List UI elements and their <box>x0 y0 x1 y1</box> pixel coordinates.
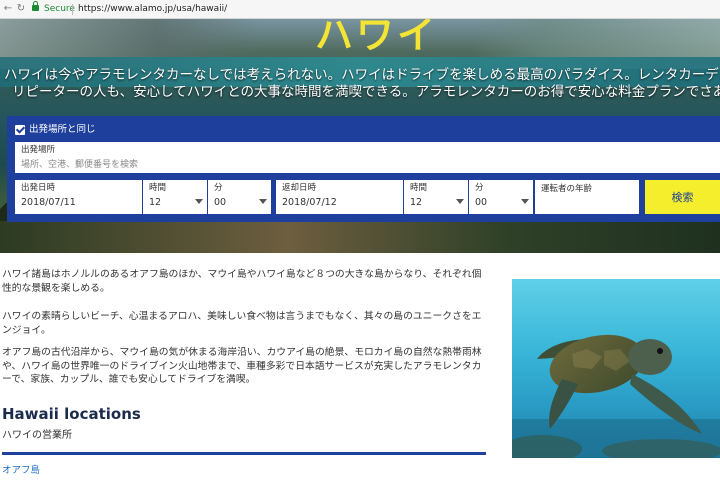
pickup-location-label: 出発場所 <box>21 145 56 155</box>
divider <box>72 4 73 15</box>
pickup-date-field[interactable]: 出発日時 2018/07/11 <box>15 180 142 214</box>
return-minute-select[interactable]: 分 00 <box>469 180 533 214</box>
intro-paragraph-3: オアフ島の古代沿岸から、マウイ島の気が休まる海岸沿い、カウアイ島の絶景、モロカイ… <box>2 347 482 385</box>
checkbox-checked-icon[interactable] <box>15 125 25 135</box>
chevron-down-icon <box>259 199 267 204</box>
url-text[interactable]: https://www.alamo.jp/usa/hawaii/ <box>78 3 227 16</box>
pickup-location-field[interactable]: 出発場所 場所、空港、郵便番号を検索 <box>15 142 720 173</box>
divider <box>2 452 486 455</box>
search-button[interactable]: 検索 <box>645 180 720 214</box>
hero-intro-line-1: ハワイは今やアラモレンタカーなしでは考えられない。ハワイはドライブを楽しめる最高… <box>4 67 720 83</box>
pickup-date-value: 2018/07/11 <box>21 197 76 208</box>
return-hour-label: 時間 <box>410 183 428 193</box>
pickup-hour-select[interactable]: 時間 12 <box>143 180 207 214</box>
pickup-minute-label: 分 <box>214 183 223 193</box>
sea-turtle-photo <box>512 279 720 458</box>
return-minute-label: 分 <box>475 183 484 193</box>
pickup-location-placeholder: 場所、空港、郵便番号を検索 <box>21 160 139 170</box>
hero-bg-foreground <box>0 221 720 253</box>
chevron-down-icon <box>456 199 464 204</box>
intro-paragraph-1: ハワイ諸島はホノルルのあるオアフ島のほか、マウイ島やハワイ島など８つの大きな島か… <box>2 269 482 294</box>
return-minute-value: 00 <box>475 197 488 208</box>
chevron-down-icon <box>521 199 529 204</box>
pickup-minute-value: 00 <box>214 197 227 208</box>
chevron-down-icon <box>195 199 203 204</box>
pickup-minute-select[interactable]: 分 00 <box>208 180 271 214</box>
return-date-value: 2018/07/12 <box>282 197 337 208</box>
sea-turtle-illustration <box>512 334 720 458</box>
page-title: ハワイ <box>315 19 439 57</box>
return-hour-select[interactable]: 時間 12 <box>404 180 468 214</box>
intro-paragraph-2: ハワイの素晴らしいビーチ、心温まるアロハ、美味しい食べ物は言うまでもなく、其々の… <box>2 311 482 336</box>
hero-intro-line-2: リピーターの人も、安心してハワイとの大事な時間を満喫できる。アラモレンタカーのお… <box>12 84 720 100</box>
reload-icon[interactable]: ↻ <box>15 3 27 15</box>
location-link-oahu[interactable]: オアフ島 <box>2 465 40 477</box>
lock-icon <box>32 1 39 11</box>
browser-address-bar: ← ↻ Secure https://www.alamo.jp/usa/hawa… <box>0 0 720 19</box>
pickup-hour-value: 12 <box>149 197 162 208</box>
rental-search-form: 出発場所と同じ 出発場所 場所、空港、郵便番号を検索 出発日時 2018/07/… <box>7 116 720 222</box>
pickup-hour-label: 時間 <box>149 183 167 193</box>
secure-label: Secure <box>44 4 75 14</box>
back-arrow-icon[interactable]: ← <box>2 3 14 15</box>
driver-age-field[interactable]: 運転者の年齢 <box>535 180 639 214</box>
driver-age-label: 運転者の年齢 <box>541 184 593 194</box>
return-date-label: 返却日時 <box>282 183 317 193</box>
locations-subheading: ハワイの営業所 <box>2 430 72 441</box>
locations-heading: Hawaii locations <box>2 405 141 423</box>
return-hour-value: 12 <box>410 197 423 208</box>
same-location-label[interactable]: 出発場所と同じ <box>29 124 96 136</box>
return-date-field[interactable]: 返却日時 2018/07/12 <box>276 180 403 214</box>
pickup-date-label: 出発日時 <box>21 183 56 193</box>
